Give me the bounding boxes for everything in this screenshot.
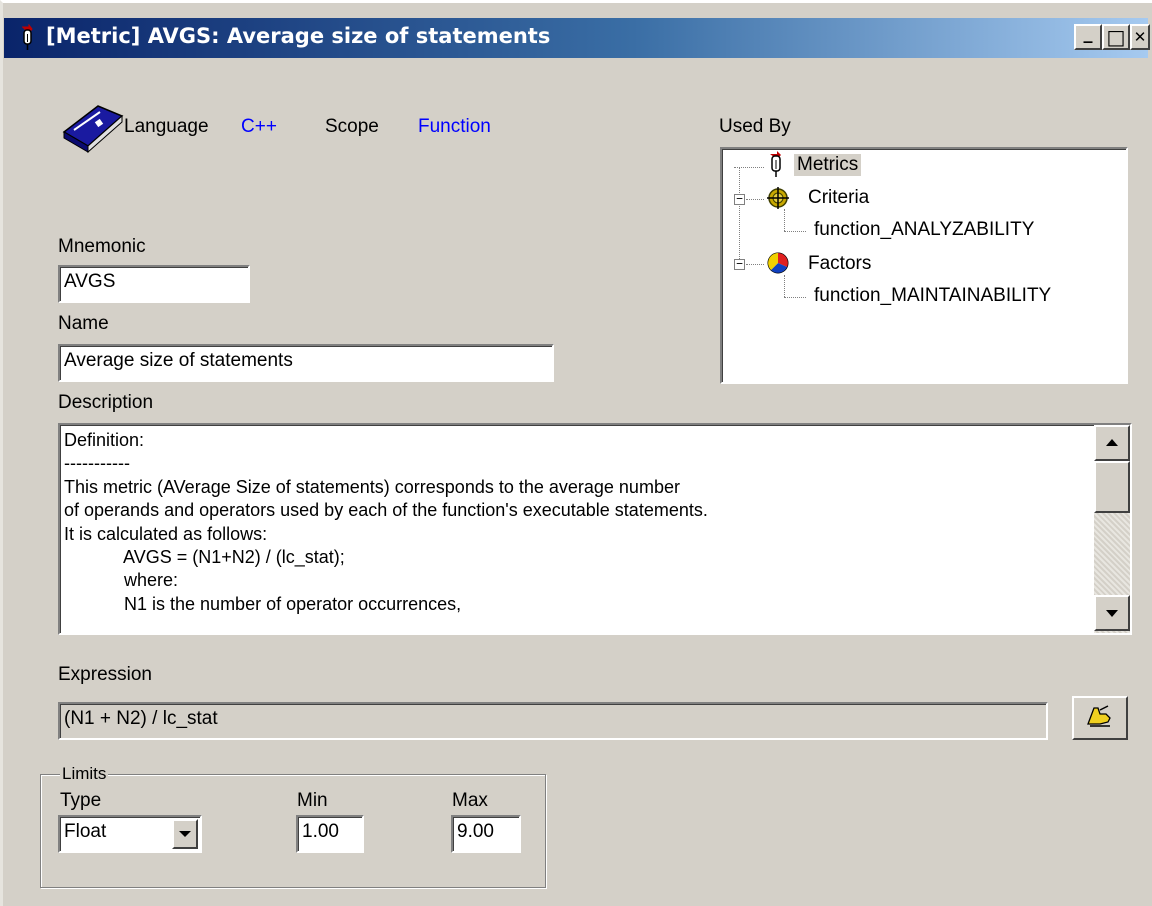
- used-by-tree[interactable]: − − Metrics Criteria function_ANALYZABIL…: [720, 147, 1128, 384]
- maximize-button[interactable]: □: [1102, 24, 1130, 50]
- tree-item-label: Factors: [808, 253, 872, 274]
- name-label: Name: [58, 313, 109, 334]
- chevron-down-icon: [179, 831, 191, 837]
- tree-item-function-maintainability[interactable]: function_MAINTAINABILITY: [814, 285, 1051, 307]
- tree-connector: [739, 167, 740, 263]
- metric-pin-icon: [766, 150, 788, 183]
- arrow-up-icon: [1106, 439, 1118, 446]
- scroll-up-button[interactable]: [1094, 425, 1130, 461]
- description-label: Description: [58, 392, 154, 413]
- minimize-icon: _: [1083, 22, 1093, 44]
- mnemonic-field[interactable]: AVGS: [58, 265, 250, 303]
- minimize-button[interactable]: _: [1074, 22, 1102, 50]
- min-value: 1.00: [302, 821, 339, 842]
- description-line: AVGS = (N1+N2) / (lc_stat);: [64, 546, 345, 567]
- expression-value: (N1 + N2) / lc_stat: [64, 708, 218, 729]
- tree-connector: [784, 297, 806, 298]
- type-dropdown-button[interactable]: [172, 819, 198, 849]
- scroll-down-button[interactable]: [1094, 595, 1130, 631]
- criteria-expander[interactable]: −: [734, 193, 745, 205]
- min-label: Min: [297, 790, 328, 811]
- tree-item-label: Metrics: [797, 154, 859, 175]
- scope-value: Function: [418, 116, 491, 137]
- factors-expander[interactable]: −: [734, 258, 745, 270]
- tree-item-function-analyzability[interactable]: function_ANALYZABILITY: [814, 219, 1034, 241]
- tree-item-factors[interactable]: Factors: [808, 253, 871, 275]
- name-field[interactable]: Average size of statements: [58, 344, 554, 382]
- expression-label: Expression: [58, 664, 152, 685]
- edit-expression-button[interactable]: [1072, 696, 1128, 740]
- description-line: -----------: [64, 453, 130, 474]
- tree-item-label: function_MAINTAINABILITY: [814, 285, 1052, 306]
- arrow-down-icon: [1106, 610, 1118, 617]
- name-value: Average size of statements: [64, 350, 293, 371]
- language-label: Language: [124, 116, 209, 137]
- mnemonic-value: AVGS: [64, 271, 116, 292]
- close-icon: ✕: [1133, 28, 1147, 46]
- criteria-target-icon: [766, 186, 790, 215]
- hand-pencil-icon: [1086, 704, 1114, 733]
- type-select[interactable]: Float: [58, 815, 202, 853]
- description-textarea[interactable]: Definition: ----------- This metric (AVe…: [58, 423, 1132, 635]
- type-value: Float: [64, 821, 107, 842]
- tree-item-label: function_ANALYZABILITY: [814, 219, 1035, 240]
- min-field[interactable]: 1.00: [296, 815, 364, 853]
- type-label: Type: [60, 790, 102, 811]
- description-line: This metric (AVerage Size of statements)…: [64, 476, 680, 497]
- metric-pin-icon: [16, 23, 40, 52]
- title-bar[interactable]: [Metric] AVGS: Average size of statement…: [4, 18, 1150, 58]
- description-line: of operands and operators used by each o…: [64, 500, 708, 521]
- scroll-thumb[interactable]: [1094, 461, 1130, 513]
- max-value: 9.00: [457, 821, 494, 842]
- tree-item-label: Criteria: [808, 187, 870, 208]
- max-label: Max: [452, 790, 488, 811]
- tree-connector: [746, 199, 764, 200]
- limits-group-label: Limits: [60, 764, 109, 784]
- scope-label: Scope: [325, 116, 379, 137]
- book-icon: [60, 102, 126, 159]
- max-field[interactable]: 9.00: [451, 815, 521, 853]
- description-scrollbar[interactable]: [1094, 425, 1130, 633]
- expression-field[interactable]: (N1 + N2) / lc_stat: [58, 702, 1048, 740]
- description-line: N1 is the number of operator occurrences…: [64, 593, 462, 614]
- tree-connector: [784, 231, 806, 232]
- description-line: where:: [64, 570, 179, 591]
- window-title: [Metric] AVGS: Average size of statement…: [46, 24, 551, 48]
- factors-pie-icon: [766, 251, 790, 280]
- description-line: Definition:: [64, 430, 145, 450]
- language-value: C++: [241, 116, 277, 137]
- used-by-label: Used By: [719, 116, 791, 137]
- mnemonic-label: Mnemonic: [58, 236, 146, 257]
- description-line: It is calculated as follows:: [64, 523, 268, 544]
- tree-item-metrics[interactable]: Metrics: [794, 154, 862, 176]
- tree-connector: [746, 264, 764, 265]
- tree-item-criteria[interactable]: Criteria: [808, 187, 869, 209]
- close-button[interactable]: ✕: [1130, 24, 1150, 50]
- maximize-icon: □: [1106, 25, 1126, 49]
